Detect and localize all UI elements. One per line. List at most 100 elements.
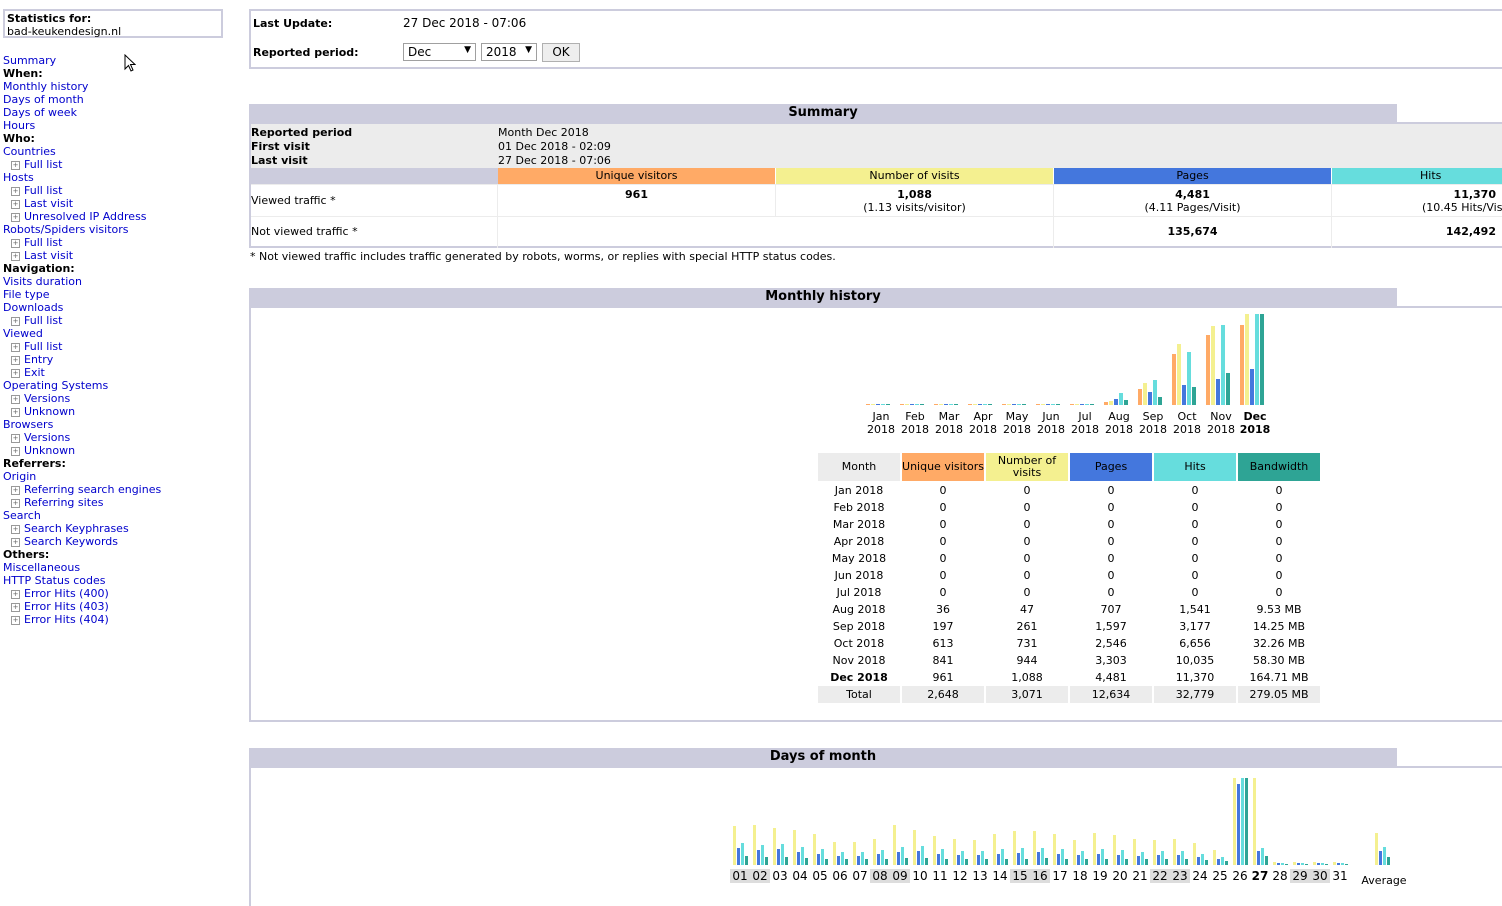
monthly-cell: 0 [1191,586,1199,599]
menu-browsers[interactable]: Browsers [3,418,161,431]
monthly-cell: 1,541 [1179,603,1211,616]
day-bar [1121,850,1124,865]
menu-unresolved-ip[interactable]: + Unresolved IP Address [3,210,161,223]
menu-file-type-label: File type [3,288,50,301]
menu-robots[interactable]: Robots/Spiders visitors [3,223,161,236]
day-bar [1025,859,1028,865]
menu-downloads-full-list[interactable]: + Full list [3,314,161,327]
day-bar [1261,848,1264,865]
menu-viewed-full-list[interactable]: + Full list [3,340,161,353]
monthly-bar [1007,404,1011,405]
menu-countries-label: Countries [3,145,56,158]
menu-downloads[interactable]: Downloads [3,301,161,314]
year-select[interactable]: 2018 ▼ [481,43,537,61]
day-axis-label: 28 [1272,869,1288,883]
day-bar [837,856,840,865]
monthly-cell: 3,177 [1179,620,1211,633]
menu-http-status-label: HTTP Status codes [3,574,106,587]
not-viewed-traffic-label: Not viewed traffic * [251,225,358,238]
menu-countries[interactable]: Countries [3,145,161,158]
axis-month: Oct [1177,410,1197,423]
menu-search[interactable]: Search [3,509,161,522]
monthly-cell: 0 [1275,586,1283,599]
day-axis-label: 15 [1010,869,1030,883]
menu-os-versions[interactable]: + Versions [3,392,161,405]
menu-file-type[interactable]: File type [3,288,161,301]
menu-search-keywords[interactable]: + Search Keywords [3,535,161,548]
expand-icon: + [11,603,20,612]
day-bar [825,859,828,865]
menu-viewed-exit[interactable]: + Exit [3,366,161,379]
menu-visits-duration[interactable]: Visits duration [3,275,161,288]
monthly-cell: Dec 2018 [830,671,888,684]
day-bar [1233,778,1236,865]
menu-referring-search-engines[interactable]: + Referring search engines [3,483,161,496]
menu-os-unknown[interactable]: + Unknown [3,405,161,418]
monthly-bar [1109,401,1113,405]
menu-viewed-entry[interactable]: + Entry [3,353,161,366]
top-panel: Last Update: 27 Dec 2018 - 07:06 Reporte… [249,9,1502,69]
menu-referring-sites[interactable]: + Referring sites [3,496,161,509]
menu-os[interactable]: Operating Systems [3,379,161,392]
axis-year: 2018 [1037,423,1065,436]
day-bar [953,839,956,865]
day-bar [1305,864,1308,865]
monthly-cell: 11,370 [1175,671,1215,684]
menu-http-status[interactable]: HTTP Status codes [3,574,161,587]
menu-error-403[interactable]: + Error Hits (403) [3,600,161,613]
menu-robots-full-list[interactable]: + Full list [3,236,161,249]
viewed-pages-ratio: (4.11 Pages/Visit) [1144,201,1241,214]
monthly-cell: 0 [1275,552,1283,565]
monthly-axis-label: Dec 2018 [1238,410,1272,436]
menu-miscellaneous[interactable]: Miscellaneous [3,561,161,574]
menu-os-unknown-label: Unknown [24,405,76,418]
monthly-bar [1080,404,1084,405]
menu-monthly-history[interactable]: Monthly history [3,80,161,93]
menu-error-400[interactable]: + Error Hits (400) [3,587,161,600]
axis-month: Aug [1108,410,1130,423]
month-select[interactable]: Dec ▼ [403,43,476,61]
monthly-axis-label: Jun 2018 [1034,410,1068,436]
menu-search-keywords-label: Search Keywords [24,535,118,548]
menu-summary[interactable]: Summary [3,54,161,67]
day-bar [1013,831,1016,865]
days-of-month-title: Days of month [249,748,1397,766]
monthly-cell: Total [818,686,900,703]
ok-button[interactable]: OK [542,43,580,62]
menu-list: Summary When: Monthly history Days of month… [3,54,161,626]
day-bar [1157,855,1160,865]
dropdown-arrow-icon: ▼ [525,45,532,55]
monthly-cell: Mar 2018 [832,518,886,531]
day-bar [1265,856,1268,865]
menu-hosts-last-visit[interactable]: + Last visit [3,197,161,210]
menu-head-navigation: Navigation: [3,262,161,275]
day-axis-label: 17 [1052,869,1068,883]
menu-browsers-unknown[interactable]: + Unknown [3,444,161,457]
menu-error-404[interactable]: + Error Hits (404) [3,613,161,626]
menu-os-versions-label: Versions [24,392,71,405]
menu-days-of-week[interactable]: Days of week [3,106,161,119]
menu-origin[interactable]: Origin [3,470,161,483]
monthly-cell: 0 [1191,501,1199,514]
monthly-bar [1041,404,1045,405]
menu-hosts[interactable]: Hosts [3,171,161,184]
menu-hosts-full-list[interactable]: + Full list [3,184,161,197]
menu-hours-label: Hours [3,119,36,132]
monthly-cell: 0 [1275,535,1283,548]
stats-for-box: Statistics for: bad-keukendesign.nl [3,9,223,38]
last-update-label: Last Update: [253,17,333,30]
menu-days-of-month[interactable]: Days of month [3,93,161,106]
menu-countries-full-list[interactable]: + Full list [3,158,161,171]
axis-month: Mar [938,410,960,423]
menu-viewed[interactable]: Viewed [3,327,161,340]
monthly-bar [973,404,977,405]
menu-browsers-versions[interactable]: + Versions [3,431,161,444]
monthly-bar [978,404,982,405]
summary-period-block [251,124,1502,168]
expand-icon: + [11,538,20,547]
monthly-bar [1221,325,1225,405]
menu-hours[interactable]: Hours [3,119,161,132]
menu-search-keyphrases[interactable]: + Search Keyphrases [3,522,161,535]
menu-robots-last-visit[interactable]: + Last visit [3,249,161,262]
monthly-cell: 3,303 [1095,654,1127,667]
